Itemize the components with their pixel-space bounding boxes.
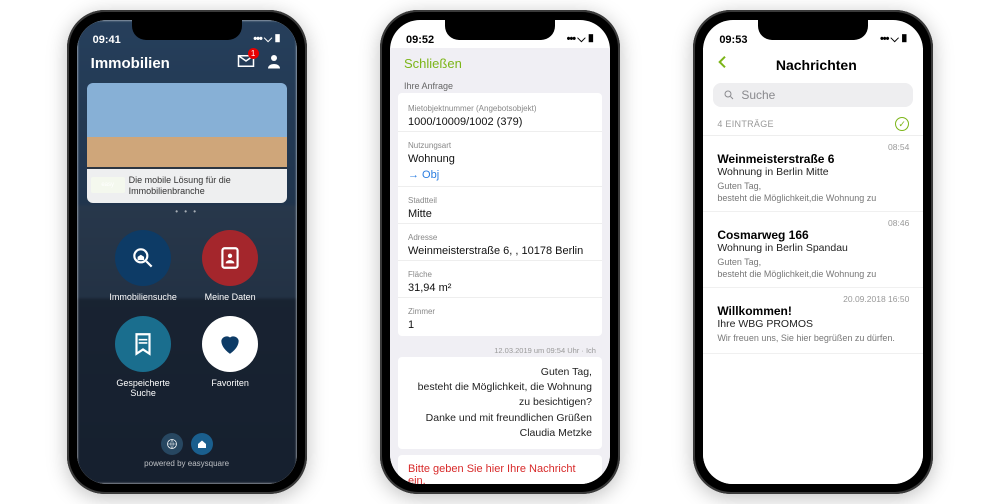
message-item[interactable]: 20.09.2018 16:50 Willkommen! Ihre WBG PR… xyxy=(703,288,923,354)
message-time: 08:46 xyxy=(717,218,909,228)
field-flaeche: Fläche 31,94 m² xyxy=(398,261,602,298)
status-indicators: ••• ⌵ ▮ xyxy=(253,33,280,46)
message-timestamp: 12.03.2019 um 09:54 Uhr · Ich xyxy=(390,336,610,357)
home-icon xyxy=(196,438,208,450)
field-nutzungsart: Nutzungsart Wohnung → Obj xyxy=(398,132,602,187)
page-title: Immobilien xyxy=(91,55,170,72)
search-icon xyxy=(723,89,735,101)
status-time: 09:41 xyxy=(93,34,121,46)
page-title: Nachrichten xyxy=(721,57,911,73)
powered-by: powered by easysquare xyxy=(77,459,297,468)
mark-all-read-button[interactable]: ✓ xyxy=(895,117,909,131)
heart-icon xyxy=(217,331,243,357)
close-button[interactable]: Schließen xyxy=(390,48,610,75)
device-notch xyxy=(445,18,555,40)
message-item[interactable]: 08:54 Weinmeisterstraße 6 Wohnung in Ber… xyxy=(703,136,923,212)
tile-immobiliensuche[interactable]: Immobiliensuche xyxy=(105,230,182,302)
field-adresse: Adresse Weinmeisterstraße 6, , 10178 Ber… xyxy=(398,224,602,261)
tile-favoriten[interactable]: Favoriten xyxy=(192,316,269,398)
field-stadtteil: Stadtteil Mitte xyxy=(398,187,602,224)
message-preview: Guten Tag,besteht die Möglichkeit,die Wo… xyxy=(717,181,909,203)
tile-label: Favoriten xyxy=(211,378,249,388)
device-notch xyxy=(132,18,242,40)
message-time: 08:54 xyxy=(717,142,909,152)
status-indicators: ••• ⌵ ▮ xyxy=(880,33,907,46)
status-time: 09:53 xyxy=(719,34,747,46)
footer-icons xyxy=(77,433,297,455)
hero-banner[interactable]: easy Die mobile Lösung für die Immobilie… xyxy=(87,83,287,203)
tile-meine-daten[interactable]: Meine Daten xyxy=(192,230,269,302)
status-indicators: ••• ⌵ ▮ xyxy=(567,33,594,46)
request-details-card: Mietobjektnummer (Angebotsobjekt) 1000/1… xyxy=(398,93,602,336)
person-icon xyxy=(265,52,283,70)
sent-message: Guten Tag,besteht die Möglichkeit, die W… xyxy=(398,357,602,449)
search-input[interactable]: Suche xyxy=(713,83,913,107)
bookmark-icon xyxy=(130,331,156,357)
hero-caption: Die mobile Lösung für die Immobilienbran… xyxy=(87,169,287,204)
home-button[interactable] xyxy=(191,433,213,455)
message-subtitle: Ihre WBG PROMOS xyxy=(717,318,909,330)
message-preview: Wir freuen uns, Sie hier begrüßen zu dür… xyxy=(717,333,909,345)
message-preview: Guten Tag,besteht die Möglichkeit,die Wo… xyxy=(717,257,909,279)
notification-badge: 1 xyxy=(248,48,259,59)
message-title: Weinmeisterstraße 6 xyxy=(717,152,909,166)
page-dots: • • • xyxy=(77,207,297,216)
message-input[interactable]: Bitte geben Sie hier Ihre Nachricht ein. xyxy=(398,455,602,484)
message-subtitle: Wohnung in Berlin Mitte xyxy=(717,166,909,178)
entry-count-row: 4 EINTRÄGE ✓ xyxy=(703,113,923,136)
status-time: 09:52 xyxy=(406,34,434,46)
contacts-icon xyxy=(217,245,243,271)
tile-label: Meine Daten xyxy=(205,292,256,302)
field-objektnummer: Mietobjektnummer (Angebotsobjekt) 1000/1… xyxy=(398,95,602,132)
section-heading: Ihre Anfrage xyxy=(390,75,610,93)
phone-2-request: 09:52 ••• ⌵ ▮ Schließen Ihre Anfrage Mie… xyxy=(380,10,620,494)
entry-count: 4 EINTRÄGE xyxy=(717,119,774,129)
globe-button[interactable] xyxy=(161,433,183,455)
tile-label: Gespeicherte Suche xyxy=(105,378,182,398)
app-header: Immobilien 1 xyxy=(77,48,297,83)
phone-3-messages: 09:53 ••• ⌵ ▮ Nachrichten Suche 4 EINTRÄ… xyxy=(693,10,933,494)
message-title: Willkommen! xyxy=(717,304,909,318)
search-home-icon xyxy=(130,245,156,271)
field-zimmer: Zimmer 1 xyxy=(398,298,602,334)
tile-gespeicherte-suche[interactable]: Gespeicherte Suche xyxy=(105,316,182,398)
message-subtitle: Wohnung in Berlin Spandau xyxy=(717,242,909,254)
inbox-button[interactable]: 1 xyxy=(237,52,255,75)
phone-1-home: 09:41 ••• ⌵ ▮ Immobilien 1 easy xyxy=(67,10,307,494)
message-title: Cosmarweg 166 xyxy=(717,228,909,242)
globe-icon xyxy=(166,438,178,450)
message-time: 20.09.2018 16:50 xyxy=(717,294,909,304)
tile-label: Immobiliensuche xyxy=(109,292,177,302)
object-link[interactable]: → Obj xyxy=(408,169,439,181)
message-item[interactable]: 08:46 Cosmarweg 166 Wohnung in Berlin Sp… xyxy=(703,212,923,288)
device-notch xyxy=(758,18,868,40)
profile-button[interactable] xyxy=(265,52,283,75)
